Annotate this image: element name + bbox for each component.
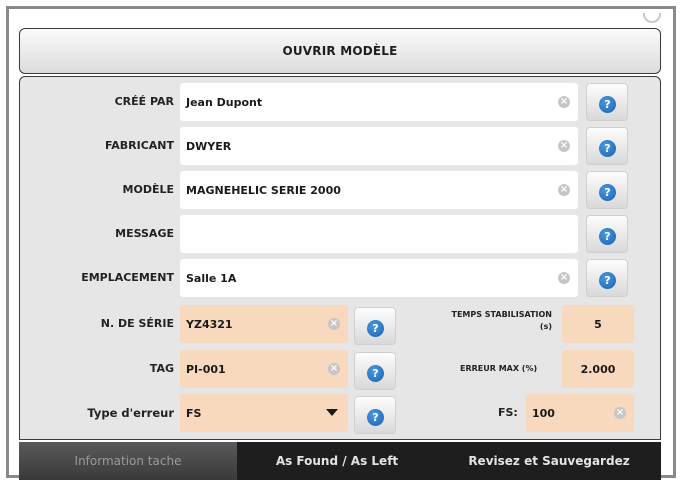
clear-icon[interactable]: ×: [614, 407, 626, 419]
tag-value: PI-001: [186, 362, 226, 376]
type-erreur-select[interactable]: FS: [180, 394, 348, 432]
help-button-message[interactable]: ?: [586, 215, 628, 253]
temps-stabilisation-field[interactable]: 5: [562, 305, 634, 343]
help-button-type-erreur[interactable]: ?: [354, 396, 396, 434]
help-icon: ?: [367, 320, 384, 337]
serie-field[interactable]: YZ4321 ×: [180, 305, 348, 343]
clear-icon[interactable]: ×: [558, 272, 570, 284]
scroll-knob: [643, 13, 661, 23]
temps-stabilisation-label: TEMPS STABILISATION (s): [404, 309, 553, 333]
fs-field[interactable]: 100 ×: [526, 394, 634, 432]
clear-icon[interactable]: ×: [328, 363, 340, 375]
help-icon: ?: [599, 140, 616, 157]
bottom-tab-bar: Information tache As Found / As Left Rev…: [19, 442, 661, 480]
clear-icon[interactable]: ×: [328, 318, 340, 330]
help-button-fabricant[interactable]: ?: [586, 127, 628, 165]
cree-par-field[interactable]: Jean Dupont ×: [180, 83, 578, 121]
erreur-max-field[interactable]: 2.000: [562, 350, 634, 388]
clear-icon[interactable]: ×: [558, 184, 570, 196]
help-icon: ?: [599, 228, 616, 245]
type-erreur-value: FS: [186, 406, 202, 420]
cree-par-value: Jean Dupont: [186, 95, 263, 109]
temps-stabilisation-label-line1: TEMPS STABILISATION: [451, 310, 553, 319]
tab-information-tache[interactable]: Information tache: [19, 442, 237, 480]
tag-label: TAG: [149, 362, 174, 375]
temps-stabilisation-unit: (s): [539, 322, 552, 331]
page-title: OUVRIR MODÈLE: [282, 44, 398, 58]
help-icon: ?: [599, 184, 616, 201]
modele-value: MAGNEHELIC SERIE 2000: [186, 183, 341, 197]
help-icon: ?: [367, 409, 384, 426]
help-button-tag[interactable]: ?: [354, 352, 396, 390]
erreur-max-value: 2.000: [580, 362, 616, 376]
erreur-max-label: ERREUR MAX (%): [460, 364, 538, 373]
help-button-serie[interactable]: ?: [354, 307, 396, 345]
emplacement-field[interactable]: Salle 1A ×: [180, 259, 578, 297]
message-label: MESSAGE: [115, 227, 174, 240]
serie-label: N. DE SÉRIE: [100, 317, 174, 330]
help-button-emplacement[interactable]: ?: [586, 259, 628, 297]
message-field[interactable]: [180, 215, 578, 253]
cree-par-label: CRÉÉ PAR: [114, 95, 174, 108]
fs-value: 100: [532, 406, 555, 420]
fabricant-field[interactable]: DWYER ×: [180, 127, 578, 165]
emplacement-value: Salle 1A: [186, 271, 237, 285]
modele-label: MODÈLE: [122, 183, 174, 196]
help-button-cree-par[interactable]: ?: [586, 83, 628, 121]
clear-icon[interactable]: ×: [558, 140, 570, 152]
help-icon: ?: [367, 365, 384, 382]
open-template-header[interactable]: OUVRIR MODÈLE: [19, 28, 661, 74]
emplacement-label: EMPLACEMENT: [81, 271, 174, 284]
tab-as-found-as-left[interactable]: As Found / As Left: [237, 442, 437, 480]
form-panel: CRÉÉ PAR Jean Dupont × ? FABRICANT DWYER…: [19, 76, 661, 440]
help-button-modele[interactable]: ?: [586, 171, 628, 209]
clear-icon[interactable]: ×: [558, 96, 570, 108]
tab-revisez-sauvegardez[interactable]: Revisez et Sauvegardez: [437, 442, 661, 480]
temps-stabilisation-value: 5: [594, 317, 602, 331]
serie-value: YZ4321: [186, 317, 233, 331]
tag-field[interactable]: PI-001 ×: [180, 350, 348, 388]
help-icon: ?: [599, 272, 616, 289]
fabricant-value: DWYER: [186, 139, 232, 153]
help-icon: ?: [599, 96, 616, 113]
type-erreur-label: Type d'erreur: [87, 406, 174, 420]
fabricant-label: FABRICANT: [104, 139, 174, 152]
modele-field[interactable]: MAGNEHELIC SERIE 2000 ×: [180, 171, 578, 209]
fs-label: FS:: [498, 406, 518, 419]
chevron-down-icon[interactable]: [326, 409, 338, 416]
